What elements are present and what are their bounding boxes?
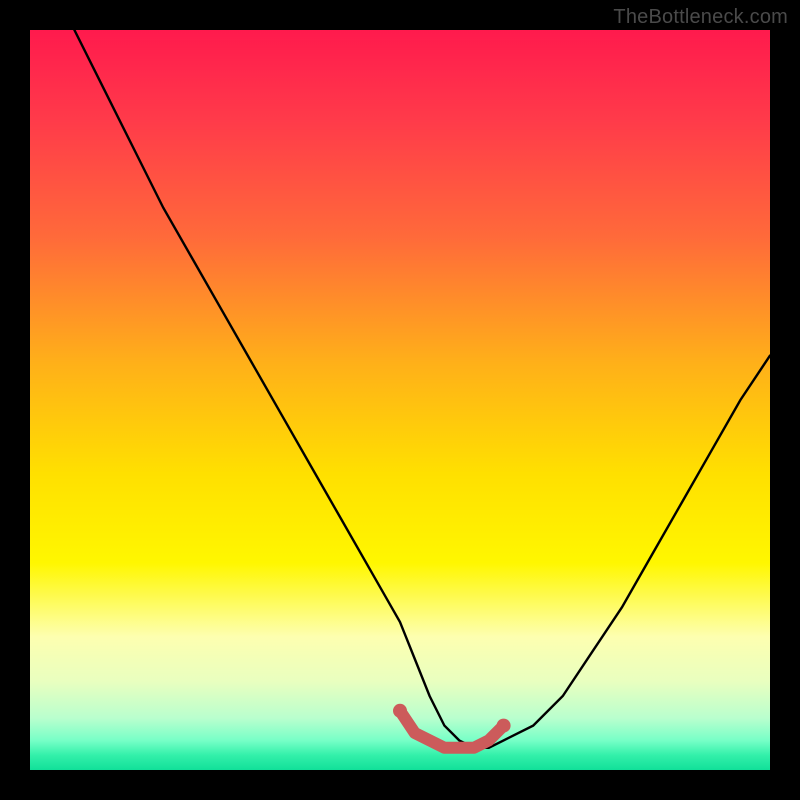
plot-area xyxy=(30,30,770,770)
attribution-label: TheBottleneck.com xyxy=(613,6,788,29)
bottleneck-optimal-band-path xyxy=(400,711,504,748)
optimal-band-end-dot xyxy=(497,719,511,733)
chart-svg xyxy=(30,30,770,770)
chart-frame: TheBottleneck.com xyxy=(0,0,800,800)
bottleneck-curve-path xyxy=(74,30,770,748)
optimal-band-start-dot xyxy=(393,704,407,718)
